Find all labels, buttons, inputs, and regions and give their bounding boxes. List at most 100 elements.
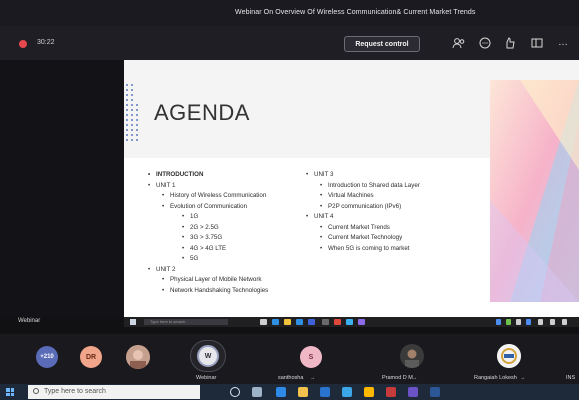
mail-icon[interactable] [342,387,352,397]
taskbar-search-box[interactable]: Type here to search [28,385,200,399]
avatar[interactable] [126,345,150,369]
agenda-item: UNIT 1 [148,181,268,192]
participant-name: Rangaiah Lokesh [474,375,517,381]
edge-icon[interactable] [276,387,286,397]
decorative-dot [126,99,128,101]
app-icon [296,319,303,325]
decorative-dot [126,129,128,131]
windows-taskbar: Type here to search [0,384,579,400]
tray-icon [538,319,543,325]
agenda-item: Current Market Technology [306,233,420,244]
decorative-dot [131,109,133,111]
decorative-dot [131,89,133,91]
file-explorer-icon[interactable] [298,387,308,397]
mic-icon: → [520,375,526,381]
app-icon[interactable] [386,387,396,397]
participant-name: Pramod D M [382,375,413,381]
avatar[interactable]: DR [80,346,102,368]
request-control-button[interactable]: Request control [344,36,420,52]
decorative-dot [131,99,133,101]
presenter-label: Webinar [18,318,41,324]
agenda-right-column: UNIT 3Introduction to Shared data LayerV… [306,170,420,254]
agenda-left-column: INTRODUCTIONUNIT 1History of Wireless Co… [148,170,268,296]
more-options-icon[interactable]: … [556,36,570,50]
tray-icon [516,319,521,325]
decorative-dot [136,129,138,131]
decorative-dot [126,139,128,141]
app-icon[interactable] [364,387,374,397]
decorative-dot [126,89,128,91]
agenda-item: 5G [148,254,268,265]
tray-icon [496,319,501,325]
decorative-dot [131,114,133,116]
decorative-dot [136,119,138,121]
agenda-item: P2P communication (IPv6) [306,202,420,213]
decorative-dot [136,134,138,136]
active-speaker-tile[interactable]: W [190,340,226,372]
decorative-dot [126,124,128,126]
app-icon [358,319,365,325]
agenda-item: Introduction to Shared data Layer [306,181,420,192]
agenda-item: UNIT 4 [306,212,420,223]
windows-start-icon[interactable] [6,388,14,396]
decorative-dot [126,94,128,96]
mic-icon: → [412,375,418,381]
avatar[interactable] [497,344,521,368]
decorative-dot [131,124,133,126]
decorative-dot [131,139,133,141]
slide-search-box: Type here to search [144,319,228,325]
search-icon [33,388,39,394]
screen: Webinar On Overview Of Wireless Communic… [0,0,579,400]
participants-bar: +210 DR W Webinar S santhosha → Pramod D… [0,334,579,384]
store-icon[interactable] [320,387,330,397]
participant-name: Webinar [196,375,217,381]
tray-icon [550,319,555,325]
decorative-dot [131,104,133,106]
agenda-left-list: INTRODUCTIONUNIT 1History of Wireless Co… [148,170,268,296]
app-icon[interactable] [408,387,418,397]
slide-dot-pattern [126,84,142,144]
agenda-item: INTRODUCTION [148,170,268,181]
app-icon [284,319,291,325]
participants-overflow-badge[interactable]: +210 [36,346,58,368]
cortana-icon[interactable] [230,387,240,397]
decorative-dot [126,114,128,116]
meeting-toolbar: 30:22 Request control … [0,26,579,60]
people-icon[interactable] [452,36,466,50]
slide-control-strip: Type here to search [124,317,579,327]
taskbar-search-placeholder: Type here to search [44,388,106,395]
slide-decorative-graphic [490,80,579,302]
task-view-icon[interactable] [252,387,262,397]
chat-icon[interactable] [478,36,492,50]
app-icon [272,319,279,325]
slide-heading: AGENDA [154,100,250,125]
view-icon[interactable] [530,36,544,50]
reactions-icon[interactable] [503,36,517,50]
agenda-item: Virtual Machines [306,191,420,202]
avatar[interactable]: S [300,346,322,368]
tray-icon [506,319,511,325]
decorative-dot [126,109,128,111]
agenda-item: History of Wireless Communication [148,191,268,202]
decorative-dot [131,129,133,131]
agenda-item: Current Market Trends [306,223,420,234]
recording-icon [19,40,27,48]
agenda-right-list: UNIT 3Introduction to Shared data LayerV… [306,170,420,254]
shared-content-stage: AGENDA INTRODUCTIONUNIT 1History of Wire… [0,60,579,327]
mic-icon: → [310,375,316,381]
decorative-dot [136,139,138,141]
app-icon [308,319,315,325]
word-icon[interactable] [430,387,440,397]
avatar[interactable] [400,344,424,368]
app-icon [260,319,267,325]
windows-icon [130,319,136,325]
agenda-item: 1G [148,212,268,223]
agenda-item: When 5G is coming to market [306,244,420,255]
decorative-dot [131,119,133,121]
decorative-dot [136,109,138,111]
decorative-dot [126,134,128,136]
decorative-dot [131,134,133,136]
meeting-timer: 30:22 [37,39,55,46]
decorative-dot [136,104,138,106]
agenda-item: UNIT 2 [148,265,268,276]
